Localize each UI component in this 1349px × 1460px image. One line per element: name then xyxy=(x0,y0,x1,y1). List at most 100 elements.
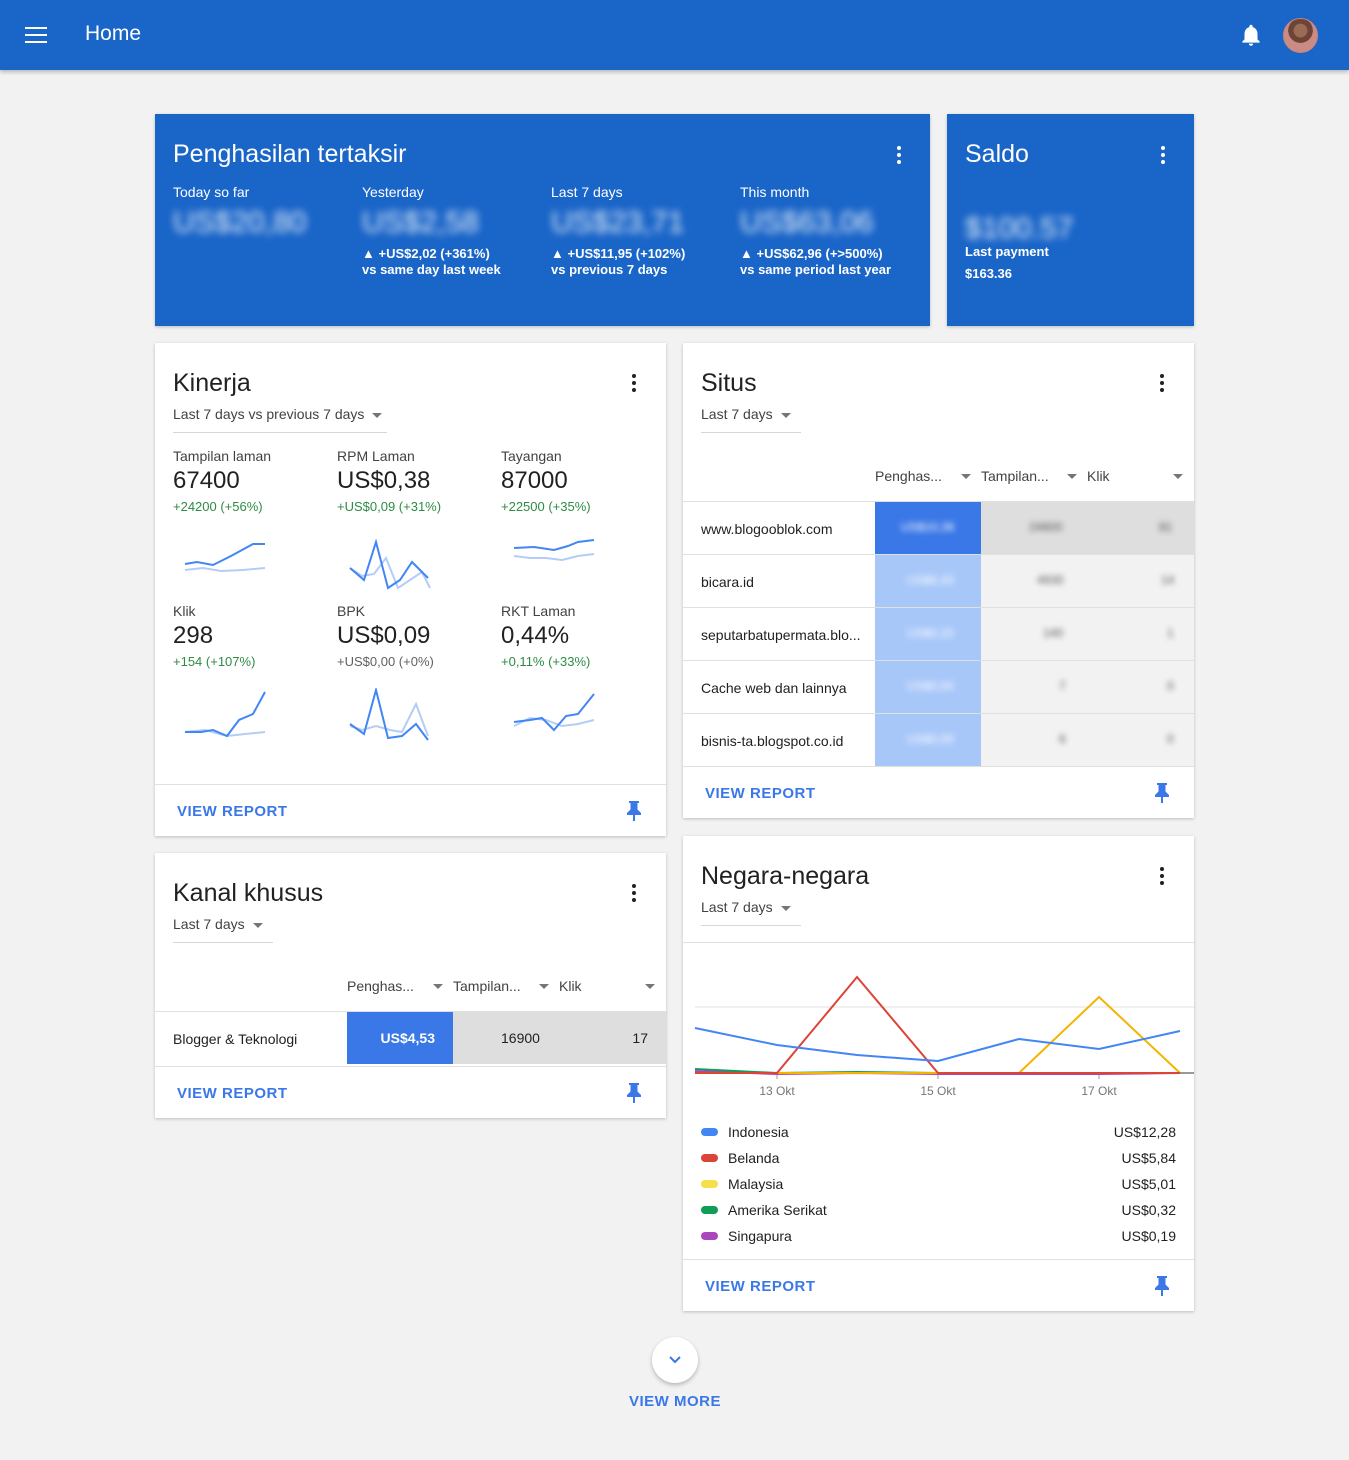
legend-item: Belanda US$5,84 xyxy=(701,1150,1176,1170)
stat-label: This month xyxy=(740,184,810,200)
column-label: Penghas... xyxy=(347,978,414,994)
table-row[interactable]: Cache web dan lainnya US$0,00 70 xyxy=(683,660,1194,713)
metric-value: 298 xyxy=(173,622,214,649)
range-label: Last 7 days xyxy=(701,406,773,422)
more-vert-icon[interactable] xyxy=(624,371,644,395)
chevron-down-icon xyxy=(669,1356,681,1364)
column-earnings[interactable]: Penghas... xyxy=(347,978,443,994)
earnings-cell: US$6,43 xyxy=(875,555,981,607)
situs-title: Situs xyxy=(701,369,757,397)
x-tick-label: 17 Okt xyxy=(1081,1084,1117,1098)
metric-change: +US$0,09 (+31%) xyxy=(337,499,442,514)
column-pageviews[interactable]: Tampilan... xyxy=(453,978,549,994)
bell-icon[interactable] xyxy=(1238,22,1264,48)
column-clicks[interactable]: Klik xyxy=(559,978,655,994)
stat-value: US$63,06 xyxy=(740,206,874,239)
saldo-title: Saldo xyxy=(965,140,1029,168)
stat-today: Today so far US$20,80 xyxy=(173,184,353,240)
more-vert-icon[interactable] xyxy=(1153,143,1173,167)
range-label: Last 7 days xyxy=(701,899,773,915)
menu-icon[interactable] xyxy=(25,27,47,43)
metric-impressions[interactable]: Tayangan 87000 +22500 (+35%) xyxy=(501,448,651,514)
view-report-link[interactable]: VIEW REPORT xyxy=(177,1085,288,1102)
range-dropdown[interactable]: Last 7 days xyxy=(701,406,801,433)
kanal-card: Kanal khusus Last 7 days Penghas... Tamp… xyxy=(155,853,666,1118)
card-footer: VIEW REPORT xyxy=(683,1259,1194,1311)
metric-label: BPK xyxy=(337,603,366,619)
legend-name: Singapura xyxy=(728,1228,792,1244)
chevron-down-icon xyxy=(539,984,549,989)
earnings-card: Penghasilan tertaksir Today so far US$20… xyxy=(155,114,930,326)
column-earnings[interactable]: Penghas... xyxy=(875,468,971,484)
avatar[interactable] xyxy=(1283,18,1318,53)
stat-change: ▲ +US$2,02 (+361%) xyxy=(362,246,490,261)
countries-chart: 13 Okt 15 Okt 17 Okt xyxy=(694,975,1194,1098)
column-label: Tampilan... xyxy=(981,468,1049,484)
legend-item: Indonesia US$12,28 xyxy=(701,1124,1176,1144)
more-vert-icon[interactable] xyxy=(624,881,644,905)
metric-cpc[interactable]: BPK US$0,09 +US$0,00 (+0%) xyxy=(337,603,487,669)
more-vert-icon[interactable] xyxy=(1152,864,1172,888)
more-vert-icon[interactable] xyxy=(1152,371,1172,395)
site-name: Cache web dan lainnya xyxy=(701,680,847,696)
earnings-value: US$4,53 xyxy=(380,1030,435,1046)
range-dropdown[interactable]: Last 7 days xyxy=(173,916,273,943)
more-vert-icon[interactable] xyxy=(889,143,909,167)
column-clicks[interactable]: Klik xyxy=(1087,468,1183,484)
stat-compare: vs same period last year xyxy=(740,262,892,277)
pin-icon[interactable] xyxy=(1154,783,1170,803)
metric-pageviews[interactable]: Tampilan laman 67400 +24200 (+56%) xyxy=(173,448,323,514)
metric-page-rpm[interactable]: RPM Laman US$0,38 +US$0,09 (+31%) xyxy=(337,448,487,514)
saldo-card: Saldo $100.57 Last payment $163.36 xyxy=(947,114,1194,326)
legend-swatch xyxy=(701,1232,718,1240)
kinerja-title: Kinerja xyxy=(173,369,251,397)
metric-change: +154 (+107%) xyxy=(173,654,256,669)
table-row[interactable]: www.blogooblok.com US$10,36 24800 81 xyxy=(683,501,1194,554)
pin-icon[interactable] xyxy=(626,1083,642,1103)
pageviews-cell: 4930 14 xyxy=(981,555,1194,607)
sparkline-pageviews xyxy=(184,543,266,573)
chevron-down-icon xyxy=(372,412,383,418)
metric-label: Tampilan laman xyxy=(173,448,272,464)
range-dropdown[interactable]: Last 7 days xyxy=(701,899,801,926)
negara-title: Negara-negara xyxy=(701,862,870,890)
sparkline-page-rpm xyxy=(349,538,431,590)
table-row[interactable]: seputarbatupermata.blo... US$0,15 140 1 xyxy=(683,607,1194,660)
legend-swatch xyxy=(701,1154,718,1162)
sparkline-cpc xyxy=(349,688,429,741)
view-report-link[interactable]: VIEW REPORT xyxy=(705,785,816,802)
stat-label: Yesterday xyxy=(362,184,424,200)
sparkline-clicks xyxy=(184,691,266,738)
legend-swatch xyxy=(701,1180,718,1188)
view-report-link[interactable]: VIEW REPORT xyxy=(705,1278,816,1295)
table-row[interactable]: bicara.id US$6,43 4930 14 xyxy=(683,554,1194,607)
stat-compare: vs same day last week xyxy=(362,262,501,277)
pageviews-cell: 60 xyxy=(981,714,1194,766)
stat-label: Last 7 days xyxy=(551,184,623,200)
series-belanda xyxy=(695,975,1180,1074)
pin-icon[interactable] xyxy=(1154,1276,1170,1296)
table-row[interactable]: Blogger & Teknologi US$4,53 16900 17 xyxy=(155,1011,666,1064)
range-label: Last 7 days vs previous 7 days xyxy=(173,406,365,422)
range-dropdown[interactable]: Last 7 days vs previous 7 days xyxy=(173,406,387,433)
chevron-down-icon xyxy=(1067,474,1077,479)
column-pageviews[interactable]: Tampilan... xyxy=(981,468,1077,484)
site-name: bicara.id xyxy=(701,574,754,590)
metric-page-ctr[interactable]: RKT Laman 0,44% +0,11% (+33%) xyxy=(501,603,651,669)
pin-icon[interactable] xyxy=(626,801,642,821)
table-row[interactable]: bisnis-ta.blogspot.co.id US$0,00 60 xyxy=(683,713,1194,766)
clicks-value: 17 xyxy=(632,1030,648,1046)
pageviews-cell: 140 1 xyxy=(981,608,1194,660)
view-report-link[interactable]: VIEW REPORT xyxy=(177,803,288,820)
app-bar: Home xyxy=(0,0,1349,70)
legend-item: Singapura US$0,19 xyxy=(701,1228,1176,1248)
sparkline-page-ctr xyxy=(513,693,595,732)
stat-value: US$20,80 xyxy=(173,206,307,239)
pageviews-cell: 24800 81 xyxy=(981,502,1194,554)
series-indonesia xyxy=(694,1027,1181,1063)
legend-value: US$5,84 xyxy=(1121,1150,1176,1166)
view-more-label[interactable]: VIEW MORE xyxy=(600,1393,750,1410)
metric-clicks[interactable]: Klik 298 +154 (+107%) xyxy=(173,603,323,669)
view-more-button[interactable] xyxy=(652,1337,698,1383)
legend-name: Indonesia xyxy=(728,1124,789,1140)
